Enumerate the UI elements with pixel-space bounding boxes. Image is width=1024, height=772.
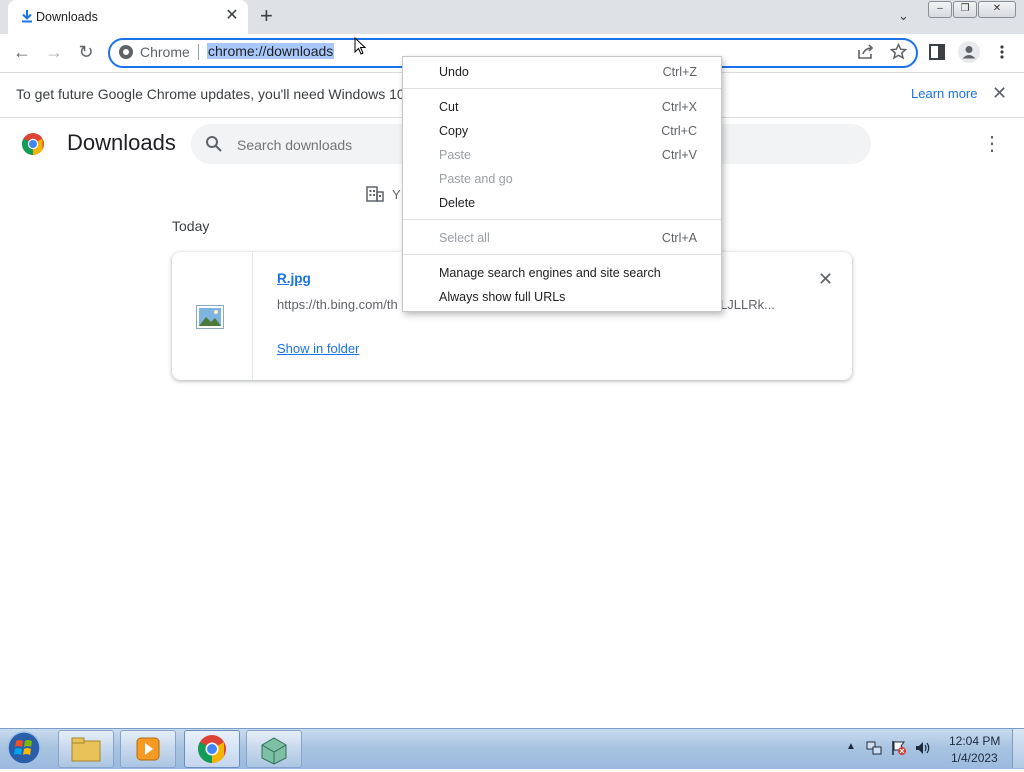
start-button[interactable] [4,730,44,766]
bookmark-star-icon[interactable] [890,43,907,60]
menu-separator [403,219,721,220]
menu-separator [403,254,721,255]
chrome-site-icon [119,45,133,59]
context-menu: Undo Ctrl+Z Cut Ctrl+X Copy Ctrl+C Paste… [402,56,722,312]
page-title: Downloads [67,130,176,155]
share-icon[interactable] [857,44,875,60]
clock-date[interactable]: 1/4/2023 [951,751,998,765]
tab-title: Downloads [36,10,98,24]
menu-separator [403,88,721,89]
tab-search-icon[interactable]: ⌄ [898,8,909,24]
tray-expand-icon[interactable]: ▲ [846,741,856,752]
infobar-close-icon[interactable]: ✕ [992,83,1007,104]
taskbar-chrome[interactable] [184,730,240,768]
shortcut-paste: Ctrl+V [661,148,697,162]
url-text[interactable]: chrome://downloads [207,43,335,59]
mouse-cursor-icon [354,37,367,55]
download-file-name[interactable]: R.jpg [277,271,311,286]
action-center-flag-icon[interactable] [891,740,907,756]
menu-item-paste[interactable]: Paste [439,148,471,162]
back-button[interactable]: ← [12,42,32,62]
show-in-folder-link[interactable]: Show in folder [277,341,359,356]
managed-building-icon [366,186,384,202]
search-icon [206,136,222,152]
section-today: Today [172,218,210,234]
network-tool-icon [261,737,287,765]
menu-item-cut[interactable]: Cut [439,100,458,114]
tab-close-icon[interactable]: ✕ [224,8,240,24]
menu-item-copy[interactable]: Copy [439,124,468,138]
shortcut-undo: Ctrl+Z [662,65,697,79]
download-icon [22,10,32,23]
shortcut-copy: Ctrl+C [661,124,697,138]
managed-notice: Y [392,187,401,202]
remove-download-icon[interactable]: ✕ [818,269,833,290]
more-actions-icon[interactable]: ⋮ [982,132,1002,156]
taskbar-media-player[interactable] [120,730,176,768]
windows-explorer-icon [71,737,101,762]
restore-button[interactable]: ❐ [953,1,977,18]
menu-item-always-show-full-urls[interactable]: Always show full URLs [439,290,565,304]
profile-avatar-icon[interactable] [958,41,980,63]
card-divider [252,252,253,380]
clock-time[interactable]: 12:04 PM [949,734,1000,748]
shortcut-cut: Ctrl+X [661,100,697,114]
reload-button[interactable]: ↻ [76,42,96,62]
close-window-button[interactable]: ✕ [978,1,1016,18]
forward-button[interactable]: → [44,42,64,62]
menu-item-undo[interactable]: Undo [439,65,469,79]
menu-item-delete[interactable]: Delete [439,196,475,210]
menu-item-paste-and-go[interactable]: Paste and go [439,172,513,186]
media-player-icon [136,737,160,761]
volume-icon[interactable] [914,740,932,756]
network-tray-icon[interactable] [866,740,882,756]
chrome-icon [198,735,226,763]
show-desktop-button[interactable] [1012,729,1024,768]
taskbar-explorer[interactable] [58,730,114,768]
site-chip[interactable]: Chrome [140,44,190,60]
taskbar-network-tool[interactable] [246,730,302,768]
shortcut-select-all: Ctrl+A [661,231,697,245]
new-tab-button[interactable]: + [260,5,273,27]
minimize-button[interactable]: – [928,1,952,18]
omnibox-divider [198,44,199,60]
infobar-message: To get future Google Chrome updates, you… [16,86,436,102]
learn-more-link[interactable]: Learn more [911,86,977,101]
chrome-menu-icon[interactable] [998,44,1006,60]
menu-item-manage-search-engines[interactable]: Manage search engines and site search [439,266,661,280]
chrome-logo-icon [22,133,44,155]
image-file-icon [196,305,224,329]
download-source-url-tail: LJLLRk... [720,297,775,312]
menu-item-select-all[interactable]: Select all [439,231,490,245]
side-panel-icon[interactable] [929,44,945,60]
